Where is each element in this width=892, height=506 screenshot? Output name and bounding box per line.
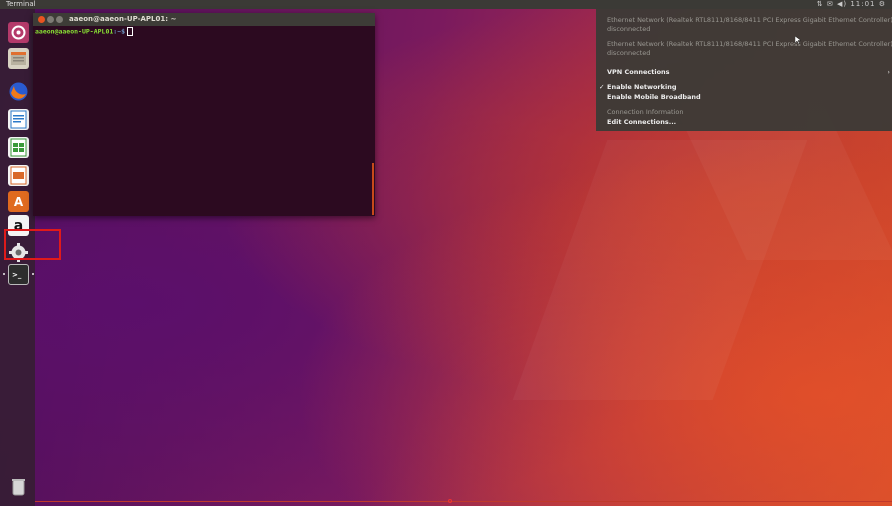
bottom-edge-line	[35, 501, 892, 502]
terminal-icon[interactable]: >_	[8, 264, 29, 285]
network-menu: Ethernet Network (Realtek RTL8111/8168/8…	[596, 9, 892, 131]
firefox-icon[interactable]	[8, 81, 29, 102]
software-center-icon[interactable]: A	[8, 191, 29, 212]
checkmark-icon: ✓	[599, 83, 605, 91]
top-panel: Terminal ⇅ ✉ ◀) 11:01 ⚙	[0, 0, 892, 9]
running-indicator	[3, 273, 5, 275]
chevron-right-icon: ›	[887, 68, 890, 76]
software-center-glyph: A	[13, 194, 24, 209]
red-marker	[448, 499, 452, 503]
close-button[interactable]	[38, 16, 45, 23]
impress-icon[interactable]	[8, 165, 29, 186]
edit-connections-item[interactable]: Edit Connections...	[607, 118, 676, 126]
selection-highlight-box	[4, 229, 61, 260]
ethernet-status-2: disconnected	[607, 49, 651, 57]
terminal-title: aaeon@aaeon-UP-APL01: ~	[69, 15, 177, 23]
vpn-connections-item[interactable]: VPN Connections	[607, 68, 670, 76]
text-cursor	[127, 27, 134, 36]
dash-icon[interactable]	[8, 22, 29, 43]
ethernet-network-1: Ethernet Network (Realtek RTL8111/8168/8…	[607, 16, 892, 24]
enable-mobile-broadband-item[interactable]: Enable Mobile Broadband	[607, 93, 701, 101]
ethernet-network-2: Ethernet Network (Realtek RTL8111/8168/8…	[607, 40, 892, 48]
terminal-glyph: >_	[12, 270, 22, 279]
writer-icon[interactable]	[8, 109, 29, 130]
terminal-scrollbar[interactable]	[372, 163, 374, 215]
prompt-user: aaeon@aaeon-UP-APL01	[35, 27, 114, 36]
prompt-path: :~$	[113, 27, 126, 36]
terminal-window[interactable]: aaeon@aaeon-UP-APL01: ~ aaeon@aaeon-UP-A…	[33, 13, 375, 216]
minimize-button[interactable]	[47, 16, 54, 23]
files-icon[interactable]	[8, 48, 29, 69]
connection-information-item: Connection Information	[607, 108, 684, 116]
maximize-button[interactable]	[56, 16, 63, 23]
panel-indicators[interactable]: ⇅ ✉ ◀) 11:01 ⚙	[817, 0, 886, 9]
mouse-pointer-icon	[795, 36, 801, 44]
terminal-content[interactable]: aaeon@aaeon-UP-APL01:~$	[35, 27, 134, 37]
ethernet-status-1: disconnected	[607, 25, 651, 33]
focus-indicator	[32, 273, 34, 275]
terminal-titlebar[interactable]: aaeon@aaeon-UP-APL01: ~	[33, 13, 375, 26]
active-app-title: Terminal	[6, 0, 36, 8]
calc-icon[interactable]	[8, 137, 29, 158]
trash-icon[interactable]	[8, 476, 29, 497]
enable-networking-item[interactable]: Enable Networking	[607, 83, 676, 91]
